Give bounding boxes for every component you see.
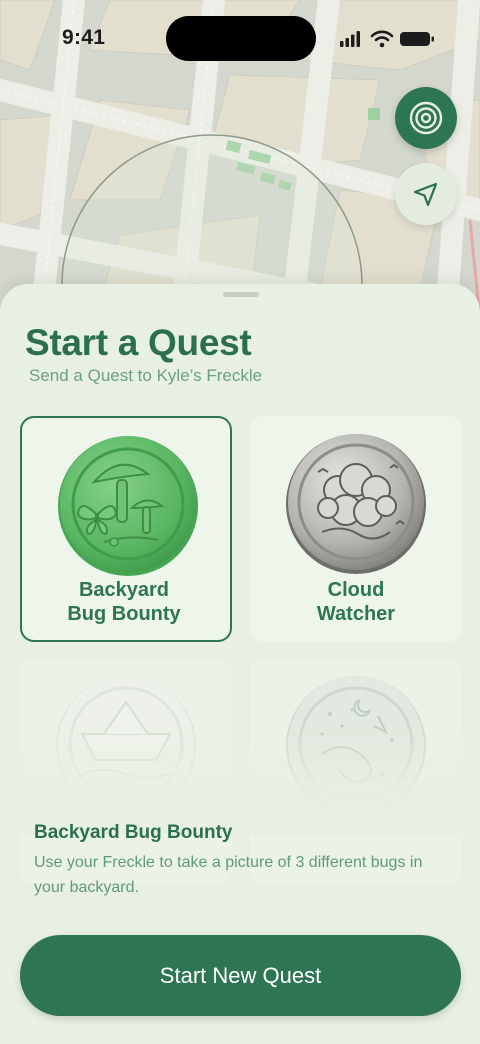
sheet-title: Start a Quest [25,322,252,363]
sheet-grabber[interactable] [223,292,259,297]
quest-card-backyard-bug-bounty[interactable]: Backyard Bug Bounty [20,416,232,642]
locate-me-button[interactable] [395,163,457,225]
battery-icon [400,32,434,46]
quest-card-label: Backyard Bug Bounty [67,579,181,625]
cloud-seal-icon [286,434,426,574]
mushroom-butterfly-seal-icon [58,436,198,576]
target-button[interactable] [395,87,457,149]
card-grid-fade [0,724,480,834]
wifi-icon [370,30,394,48]
dynamic-island [166,16,316,61]
selected-quest-title: Backyard Bug Bounty [34,822,233,843]
quest-bottom-sheet: Start a Quest Send a Quest to Kyle’s Fre… [0,284,480,1044]
signal-icon [340,31,360,47]
quest-card-label: Cloud Watcher [316,579,396,625]
status-time: 9:41 [62,26,106,49]
status-icons [340,30,434,48]
quest-card-cloud-watcher[interactable]: Cloud Watcher [250,416,462,642]
start-new-quest-button[interactable]: Start New Quest [20,935,461,1016]
sheet-subtitle: Send a Quest to Kyle’s Freckle [29,366,263,385]
selected-quest-description: Use your Freckle to take a picture of 3 … [34,854,423,896]
target-icon [409,101,443,135]
app-screen: 9:41 Start a Quest Send a Quest to Kyle’… [0,0,480,1044]
location-arrow-icon [413,182,438,207]
